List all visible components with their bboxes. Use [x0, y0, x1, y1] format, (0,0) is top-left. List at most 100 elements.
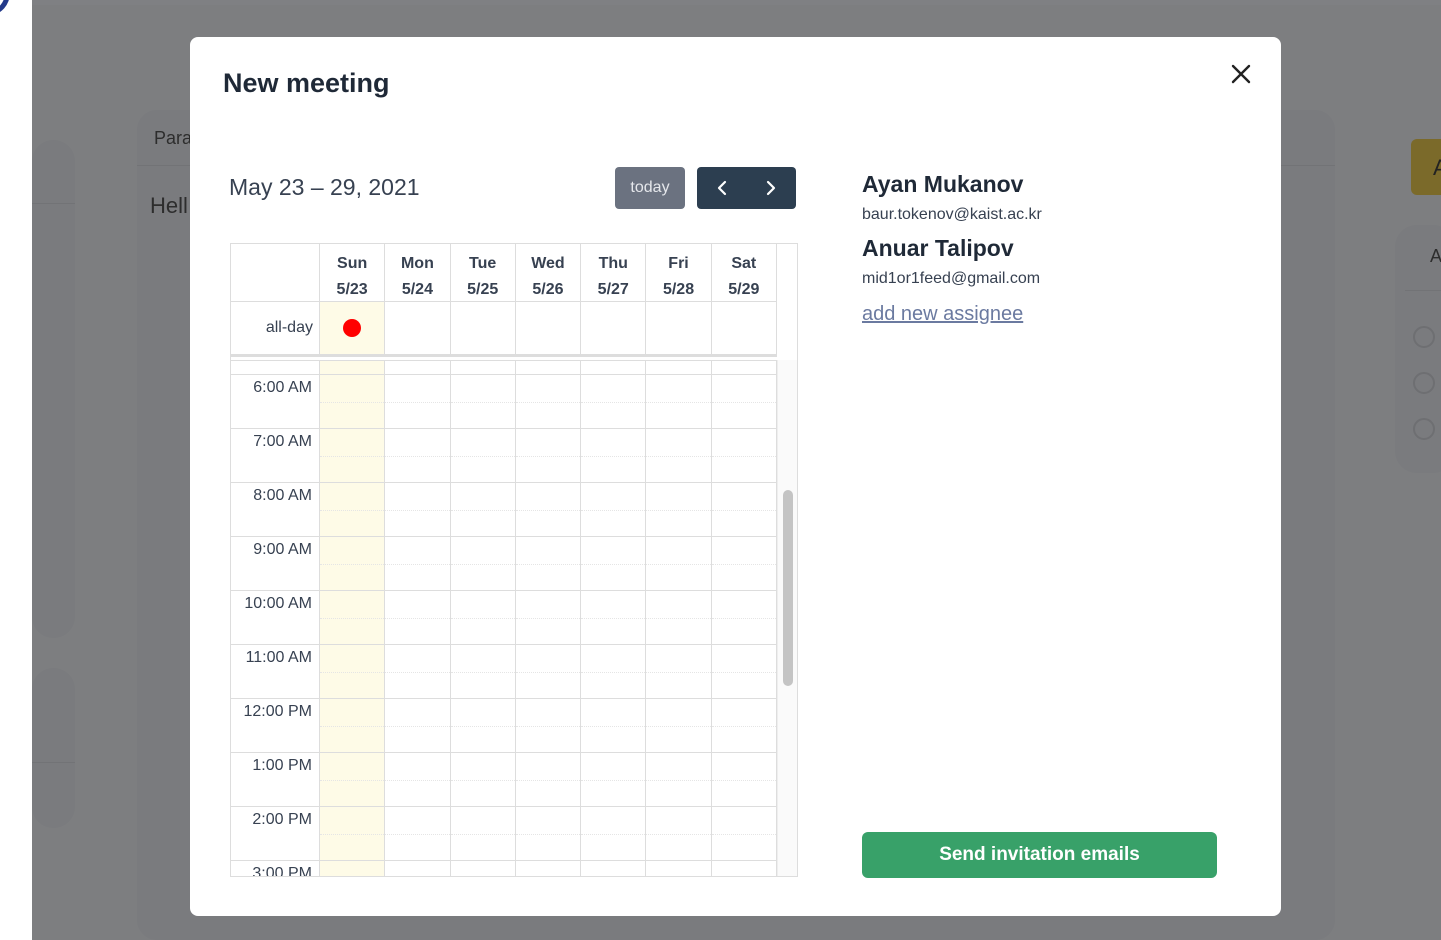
- time-slot[interactable]: [450, 375, 516, 428]
- time-slot[interactable]: [646, 645, 712, 698]
- time-slot[interactable]: [319, 699, 386, 752]
- next-week-button[interactable]: [747, 167, 797, 209]
- time-slot[interactable]: [319, 753, 386, 806]
- time-slot[interactable]: [646, 699, 712, 752]
- calendar-scrollbar[interactable]: [777, 360, 797, 876]
- time-slot[interactable]: [450, 537, 516, 590]
- time-slot[interactable]: [515, 645, 582, 698]
- time-slot[interactable]: [581, 699, 647, 752]
- time-slot[interactable]: [581, 537, 647, 590]
- all-day-cell-thu[interactable]: [581, 302, 647, 354]
- time-slot[interactable]: [646, 753, 712, 806]
- time-slot[interactable]: [711, 699, 777, 752]
- time-slot[interactable]: [581, 807, 647, 860]
- previous-week-button[interactable]: [697, 167, 747, 209]
- time-slot[interactable]: [515, 699, 582, 752]
- time-slot[interactable]: [385, 753, 451, 806]
- time-slot[interactable]: [646, 861, 712, 876]
- send-invitation-emails-button[interactable]: Send invitation emails: [862, 832, 1217, 878]
- day-date-label: 5/27: [597, 281, 629, 298]
- time-slot[interactable]: [515, 753, 582, 806]
- time-slot[interactable]: [711, 483, 777, 536]
- time-slot[interactable]: [385, 861, 451, 876]
- time-slot[interactable]: [646, 807, 712, 860]
- all-day-cell-wed[interactable]: [516, 302, 582, 354]
- time-slot[interactable]: [450, 483, 516, 536]
- day-header-mon: Mon 5/24: [385, 244, 451, 301]
- time-slot[interactable]: [450, 591, 516, 644]
- time-slot[interactable]: [515, 483, 582, 536]
- day-of-week-label: Tue: [469, 255, 497, 272]
- event-dot-icon[interactable]: [342, 319, 361, 337]
- time-slot[interactable]: [385, 645, 451, 698]
- calendar-scrollbar-thumb[interactable]: [783, 490, 793, 686]
- time-slot[interactable]: [515, 375, 582, 428]
- all-day-cell-mon[interactable]: [385, 302, 451, 354]
- time-slot[interactable]: [515, 537, 582, 590]
- time-slot[interactable]: [319, 537, 386, 590]
- time-slot[interactable]: [581, 753, 647, 806]
- time-slot[interactable]: [385, 429, 451, 482]
- time-slot[interactable]: [712, 861, 777, 876]
- time-slot[interactable]: [450, 699, 516, 752]
- time-slot[interactable]: [319, 807, 386, 860]
- assignee-item: Anuar Talipov mid1or1feed@gmail.com: [862, 235, 1040, 288]
- time-slot[interactable]: [711, 591, 777, 644]
- time-slot[interactable]: [450, 645, 516, 698]
- time-slot[interactable]: [646, 591, 712, 644]
- time-slot[interactable]: [450, 429, 516, 482]
- time-slot[interactable]: [646, 429, 712, 482]
- day-date-label: 5/23: [336, 281, 368, 298]
- time-slot[interactable]: [385, 483, 451, 536]
- time-slot[interactable]: [319, 591, 386, 644]
- time-slot[interactable]: [711, 375, 777, 428]
- time-slot[interactable]: [581, 645, 647, 698]
- time-slot[interactable]: [385, 375, 451, 428]
- time-slot[interactable]: [451, 861, 516, 876]
- time-slot[interactable]: [319, 861, 386, 876]
- time-slot[interactable]: [581, 429, 647, 482]
- time-slot[interactable]: [385, 699, 451, 752]
- time-slot[interactable]: [581, 483, 647, 536]
- time-slot[interactable]: [711, 429, 777, 482]
- time-slot[interactable]: [450, 753, 516, 806]
- time-slot[interactable]: [450, 807, 516, 860]
- background-divider: [32, 203, 75, 204]
- time-label: 11:00 AM: [231, 645, 320, 698]
- close-button[interactable]: [1226, 59, 1256, 89]
- time-slot[interactable]: [385, 591, 451, 644]
- all-day-cell-sat[interactable]: [712, 302, 777, 354]
- all-day-cell-tue[interactable]: [451, 302, 516, 354]
- day-of-week-label: Wed: [531, 255, 565, 272]
- time-slot[interactable]: [319, 375, 386, 428]
- all-day-cell-fri[interactable]: [646, 302, 712, 354]
- time-row: 10:00 AM: [231, 591, 777, 645]
- time-slot[interactable]: [319, 483, 386, 536]
- time-slot[interactable]: [711, 537, 777, 590]
- time-slot[interactable]: [646, 483, 712, 536]
- time-slot[interactable]: [515, 591, 582, 644]
- time-slot[interactable]: [515, 807, 582, 860]
- time-slot[interactable]: [515, 429, 582, 482]
- time-slot[interactable]: [646, 537, 712, 590]
- time-label: 9:00 AM: [231, 537, 320, 590]
- time-slot[interactable]: [711, 753, 777, 806]
- add-new-assignee-link[interactable]: add new assignee: [862, 303, 1023, 326]
- time-slot[interactable]: [711, 807, 777, 860]
- all-day-row: all-day: [231, 302, 777, 357]
- time-slot[interactable]: [581, 861, 647, 876]
- time-slot[interactable]: [581, 591, 647, 644]
- day-header-sat: Sat 5/29: [712, 244, 777, 301]
- time-slot[interactable]: [319, 645, 386, 698]
- time-slot[interactable]: [711, 645, 777, 698]
- time-slot[interactable]: [385, 807, 451, 860]
- time-slot[interactable]: [385, 537, 451, 590]
- time-slot[interactable]: [581, 375, 647, 428]
- time-slot[interactable]: [516, 861, 582, 876]
- time-row: 6:00 AM: [231, 375, 777, 429]
- time-slot[interactable]: [646, 375, 712, 428]
- calendar-time-grid[interactable]: 6:00 AM 7:00 AM 8:00 AM 9:00 AM 10:00 AM 11:0…: [231, 360, 777, 876]
- today-button[interactable]: today: [615, 167, 685, 209]
- all-day-cell-sun[interactable]: [319, 302, 386, 354]
- time-slot[interactable]: [319, 429, 386, 482]
